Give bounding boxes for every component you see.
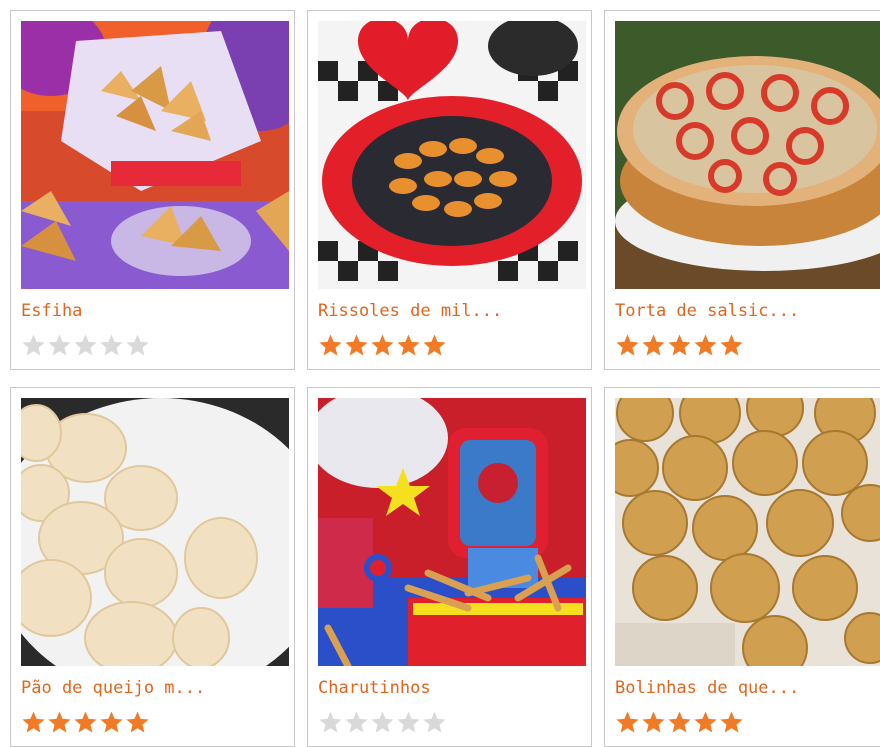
star-icon[interactable] xyxy=(667,710,692,735)
star-icon[interactable] xyxy=(693,710,718,735)
star-icon[interactable] xyxy=(99,710,124,735)
recipe-title[interactable]: Charutinhos xyxy=(318,678,588,698)
star-icon[interactable] xyxy=(719,710,744,735)
star-icon[interactable] xyxy=(370,710,395,735)
recipe-photo-charutinhos[interactable] xyxy=(318,398,586,666)
recipe-title[interactable]: Bolinhas de que... xyxy=(615,678,880,698)
recipe-title[interactable]: Pão de queijo m... xyxy=(21,678,291,698)
star-icon[interactable] xyxy=(667,333,692,358)
charutinhos-photo xyxy=(318,398,586,666)
star-icon[interactable] xyxy=(422,710,447,735)
star-icon[interactable] xyxy=(125,710,150,735)
recipe-photo-esfiha[interactable] xyxy=(21,21,289,289)
star-icon[interactable] xyxy=(73,333,98,358)
star-icon[interactable] xyxy=(396,710,421,735)
rating-stars[interactable] xyxy=(318,333,447,359)
recipe-card-esfiha[interactable]: Esfiha xyxy=(10,10,295,370)
star-icon[interactable] xyxy=(370,333,395,358)
star-icon[interactable] xyxy=(719,333,744,358)
star-icon[interactable] xyxy=(21,333,46,358)
recipe-title[interactable]: Torta de salsic... xyxy=(615,301,880,321)
rating-stars[interactable] xyxy=(615,333,744,359)
recipe-photo-torta[interactable] xyxy=(615,21,880,289)
recipe-grid: Esfiha Rissoles de mil... Torta de salsi… xyxy=(0,0,880,747)
recipe-card-bolinhas[interactable]: Bolinhas de que... xyxy=(604,387,880,747)
star-icon[interactable] xyxy=(21,710,46,735)
recipe-title[interactable]: Esfiha xyxy=(21,301,291,321)
esfiha-photo xyxy=(21,21,289,289)
recipe-card-charutinhos[interactable]: Charutinhos xyxy=(307,387,592,747)
pao-de-queijo-photo xyxy=(21,398,289,666)
rissoles-photo xyxy=(318,21,586,289)
star-icon[interactable] xyxy=(344,710,369,735)
recipe-title[interactable]: Rissoles de mil... xyxy=(318,301,588,321)
bolinhas-photo xyxy=(615,398,880,666)
star-icon[interactable] xyxy=(641,710,666,735)
recipe-photo-pao-de-queijo[interactable] xyxy=(21,398,289,666)
recipe-card-torta[interactable]: Torta de salsic... xyxy=(604,10,880,370)
star-icon[interactable] xyxy=(615,710,640,735)
star-icon[interactable] xyxy=(318,710,343,735)
torta-photo xyxy=(615,21,880,289)
recipe-card-rissoles[interactable]: Rissoles de mil... xyxy=(307,10,592,370)
star-icon[interactable] xyxy=(615,333,640,358)
rating-stars[interactable] xyxy=(615,710,744,736)
star-icon[interactable] xyxy=(125,333,150,358)
rating-stars[interactable] xyxy=(21,710,150,736)
rating-stars[interactable] xyxy=(21,333,150,359)
star-icon[interactable] xyxy=(344,333,369,358)
recipe-photo-rissoles[interactable] xyxy=(318,21,586,289)
recipe-photo-bolinhas[interactable] xyxy=(615,398,880,666)
star-icon[interactable] xyxy=(422,333,447,358)
star-icon[interactable] xyxy=(47,710,72,735)
star-icon[interactable] xyxy=(99,333,124,358)
star-icon[interactable] xyxy=(641,333,666,358)
star-icon[interactable] xyxy=(47,333,72,358)
star-icon[interactable] xyxy=(318,333,343,358)
star-icon[interactable] xyxy=(396,333,421,358)
star-icon[interactable] xyxy=(693,333,718,358)
recipe-card-pao-de-queijo[interactable]: Pão de queijo m... xyxy=(10,387,295,747)
rating-stars[interactable] xyxy=(318,710,447,736)
star-icon[interactable] xyxy=(73,710,98,735)
